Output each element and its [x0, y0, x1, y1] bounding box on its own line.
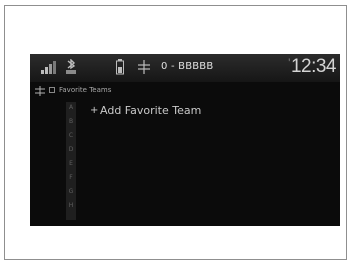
head-unit-screen: 0 - BBBBB '12:34 Favorite Teams A B C D …: [30, 54, 340, 226]
alpha-index-letter[interactable]: D: [66, 146, 76, 153]
alpha-index-letter[interactable]: C: [66, 132, 76, 139]
list-header: Favorite Teams: [30, 84, 340, 98]
clock: '12:34: [288, 56, 336, 78]
clock-indicator-icon: ': [288, 56, 290, 70]
figure-frame: 0 - BBBBB '12:34 Favorite Teams A B C D …: [4, 5, 347, 260]
status-bar: 0 - BBBBB '12:34: [30, 54, 340, 82]
category-icon: [49, 87, 55, 93]
station-label: 0 - BBBBB: [161, 61, 214, 72]
plus-icon: +: [90, 105, 99, 116]
alpha-index-letter[interactable]: A: [66, 104, 76, 111]
radio-signal-icon: [136, 59, 152, 75]
bluetooth-phone-icon: [64, 59, 78, 75]
alpha-index-letter[interactable]: E: [66, 160, 76, 167]
alpha-index-letter[interactable]: F: [66, 174, 76, 181]
alphabet-index-bar[interactable]: A B C D E F G H: [66, 102, 76, 220]
phone-signal-icon: [40, 59, 58, 75]
list-title: Favorite Teams: [59, 86, 112, 94]
battery-icon: [116, 59, 124, 75]
radio-signal-icon: [34, 86, 46, 98]
clock-time: 12:34: [290, 56, 337, 77]
alpha-index-letter[interactable]: B: [66, 118, 76, 125]
alpha-index-letter[interactable]: G: [66, 188, 76, 195]
list-item-label: Add Favorite Team: [100, 104, 202, 117]
add-favorite-team-item[interactable]: + Add Favorite Team: [86, 104, 326, 120]
alpha-index-letter[interactable]: H: [66, 202, 76, 209]
